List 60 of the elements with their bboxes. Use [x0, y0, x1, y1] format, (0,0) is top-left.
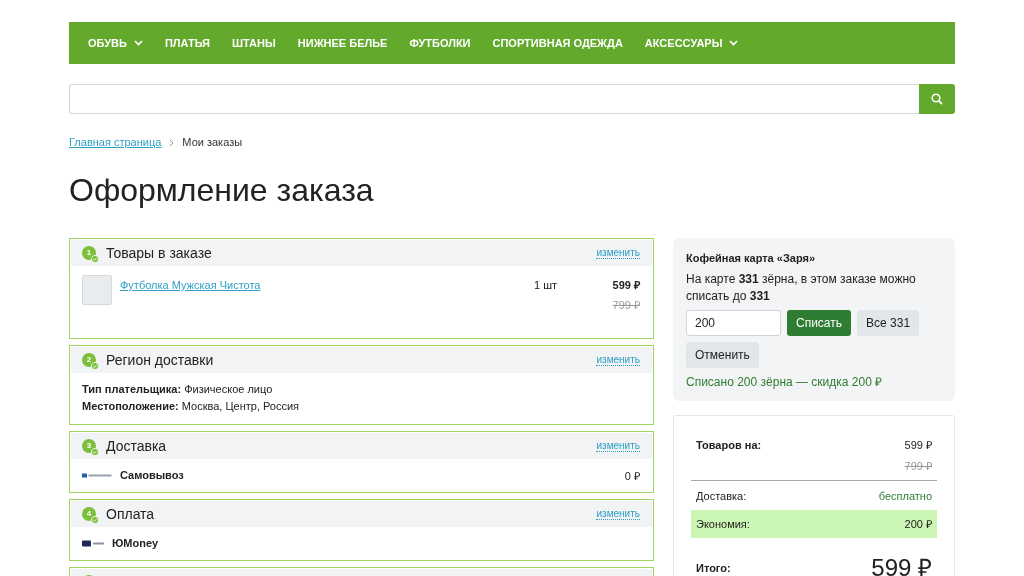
- card-description: На карте 331 зёрна, в этом заказе можно списать до 331: [686, 271, 917, 305]
- breadcrumb-link[interactable]: Главная страница: [69, 136, 162, 149]
- logo-icon: [82, 471, 112, 479]
- nav-item[interactable]: АКСЕССУАРЫ: [644, 36, 739, 50]
- summary-label: Товаров на:: [696, 438, 762, 452]
- check-icon: [91, 448, 99, 456]
- apply-button[interactable]: Списать: [787, 310, 852, 336]
- chevron-down-icon: [133, 40, 143, 46]
- section-title: Регион доставки: [106, 351, 215, 369]
- nav-item[interactable]: НИЖНЕЕ БЕЛЬЕ: [297, 36, 388, 50]
- step-number: 3: [82, 439, 96, 453]
- search-button[interactable]: [919, 84, 955, 114]
- nav-item[interactable]: ПЛАТЬЯ: [164, 36, 211, 50]
- edit-link[interactable]: изменить: [596, 508, 640, 520]
- total-value: 599 ₽: [871, 556, 932, 576]
- section-title: Оплата: [106, 505, 156, 523]
- summary-value: 599 ₽: [904, 438, 932, 452]
- summary-value: 200 ₽: [904, 517, 932, 531]
- edit-link[interactable]: изменить: [596, 247, 640, 259]
- price: 599 ₽: [612, 278, 640, 292]
- check-icon: [91, 255, 99, 263]
- photo-placeholder: [82, 275, 112, 305]
- total-label: Итого:: [696, 561, 731, 575]
- option-name: ЮMoney: [112, 537, 160, 549]
- nav-item[interactable]: ШТАНЫ: [232, 36, 276, 50]
- chevron-right-icon: [169, 138, 175, 147]
- product-link[interactable]: Футболка Мужская Чистота: [120, 279, 261, 291]
- property-line: Тип плательщика: Физическое лицо: [82, 382, 274, 397]
- breadcrumb-current: Мои заказы: [182, 136, 243, 149]
- nav-item[interactable]: ОБУВЬ: [88, 36, 143, 50]
- edit-link[interactable]: изменить: [596, 440, 640, 452]
- nav-item[interactable]: СПОРТИВНАЯ ОДЕЖДА: [492, 36, 623, 50]
- summary-label: Экономия:: [696, 517, 750, 531]
- check-icon: [91, 362, 99, 370]
- action-button[interactable]: Отменить: [686, 342, 759, 368]
- section-title: Товары в заказе: [106, 244, 213, 262]
- nav-item[interactable]: ФУТБОЛКИ: [409, 36, 471, 50]
- section-title: Доставка: [106, 437, 168, 455]
- option-price: 0 ₽: [624, 468, 640, 483]
- status-message: Списано 200 зёрна — скидка 200 ₽: [686, 375, 884, 389]
- check-icon: [91, 516, 99, 524]
- page-title: Оформление заказа: [69, 171, 375, 209]
- chevron-down-icon: [729, 40, 739, 46]
- card-title: Кофейная карта «Заря»: [686, 251, 817, 265]
- amount-field[interactable]: 200: [686, 310, 781, 336]
- summary-label: Доставка:: [696, 489, 747, 503]
- old-price: 799 ₽: [904, 459, 932, 473]
- action-button[interactable]: Все 331: [857, 310, 920, 336]
- quantity: 1 шт: [534, 279, 558, 291]
- step-number: 4: [82, 507, 96, 521]
- step-number: 2: [82, 353, 96, 367]
- summary-value: бесплатно: [878, 489, 932, 503]
- option-name: Самовывоз: [120, 469, 185, 481]
- edit-link[interactable]: изменить: [596, 354, 640, 366]
- old-price: 799 ₽: [612, 298, 640, 312]
- search-field[interactable]: [69, 84, 919, 114]
- property-line: Местоположение: Москва, Центр, Россия: [82, 399, 301, 414]
- search-icon: [931, 93, 943, 105]
- logo-icon: [82, 539, 104, 547]
- step-number: 1: [82, 246, 96, 260]
